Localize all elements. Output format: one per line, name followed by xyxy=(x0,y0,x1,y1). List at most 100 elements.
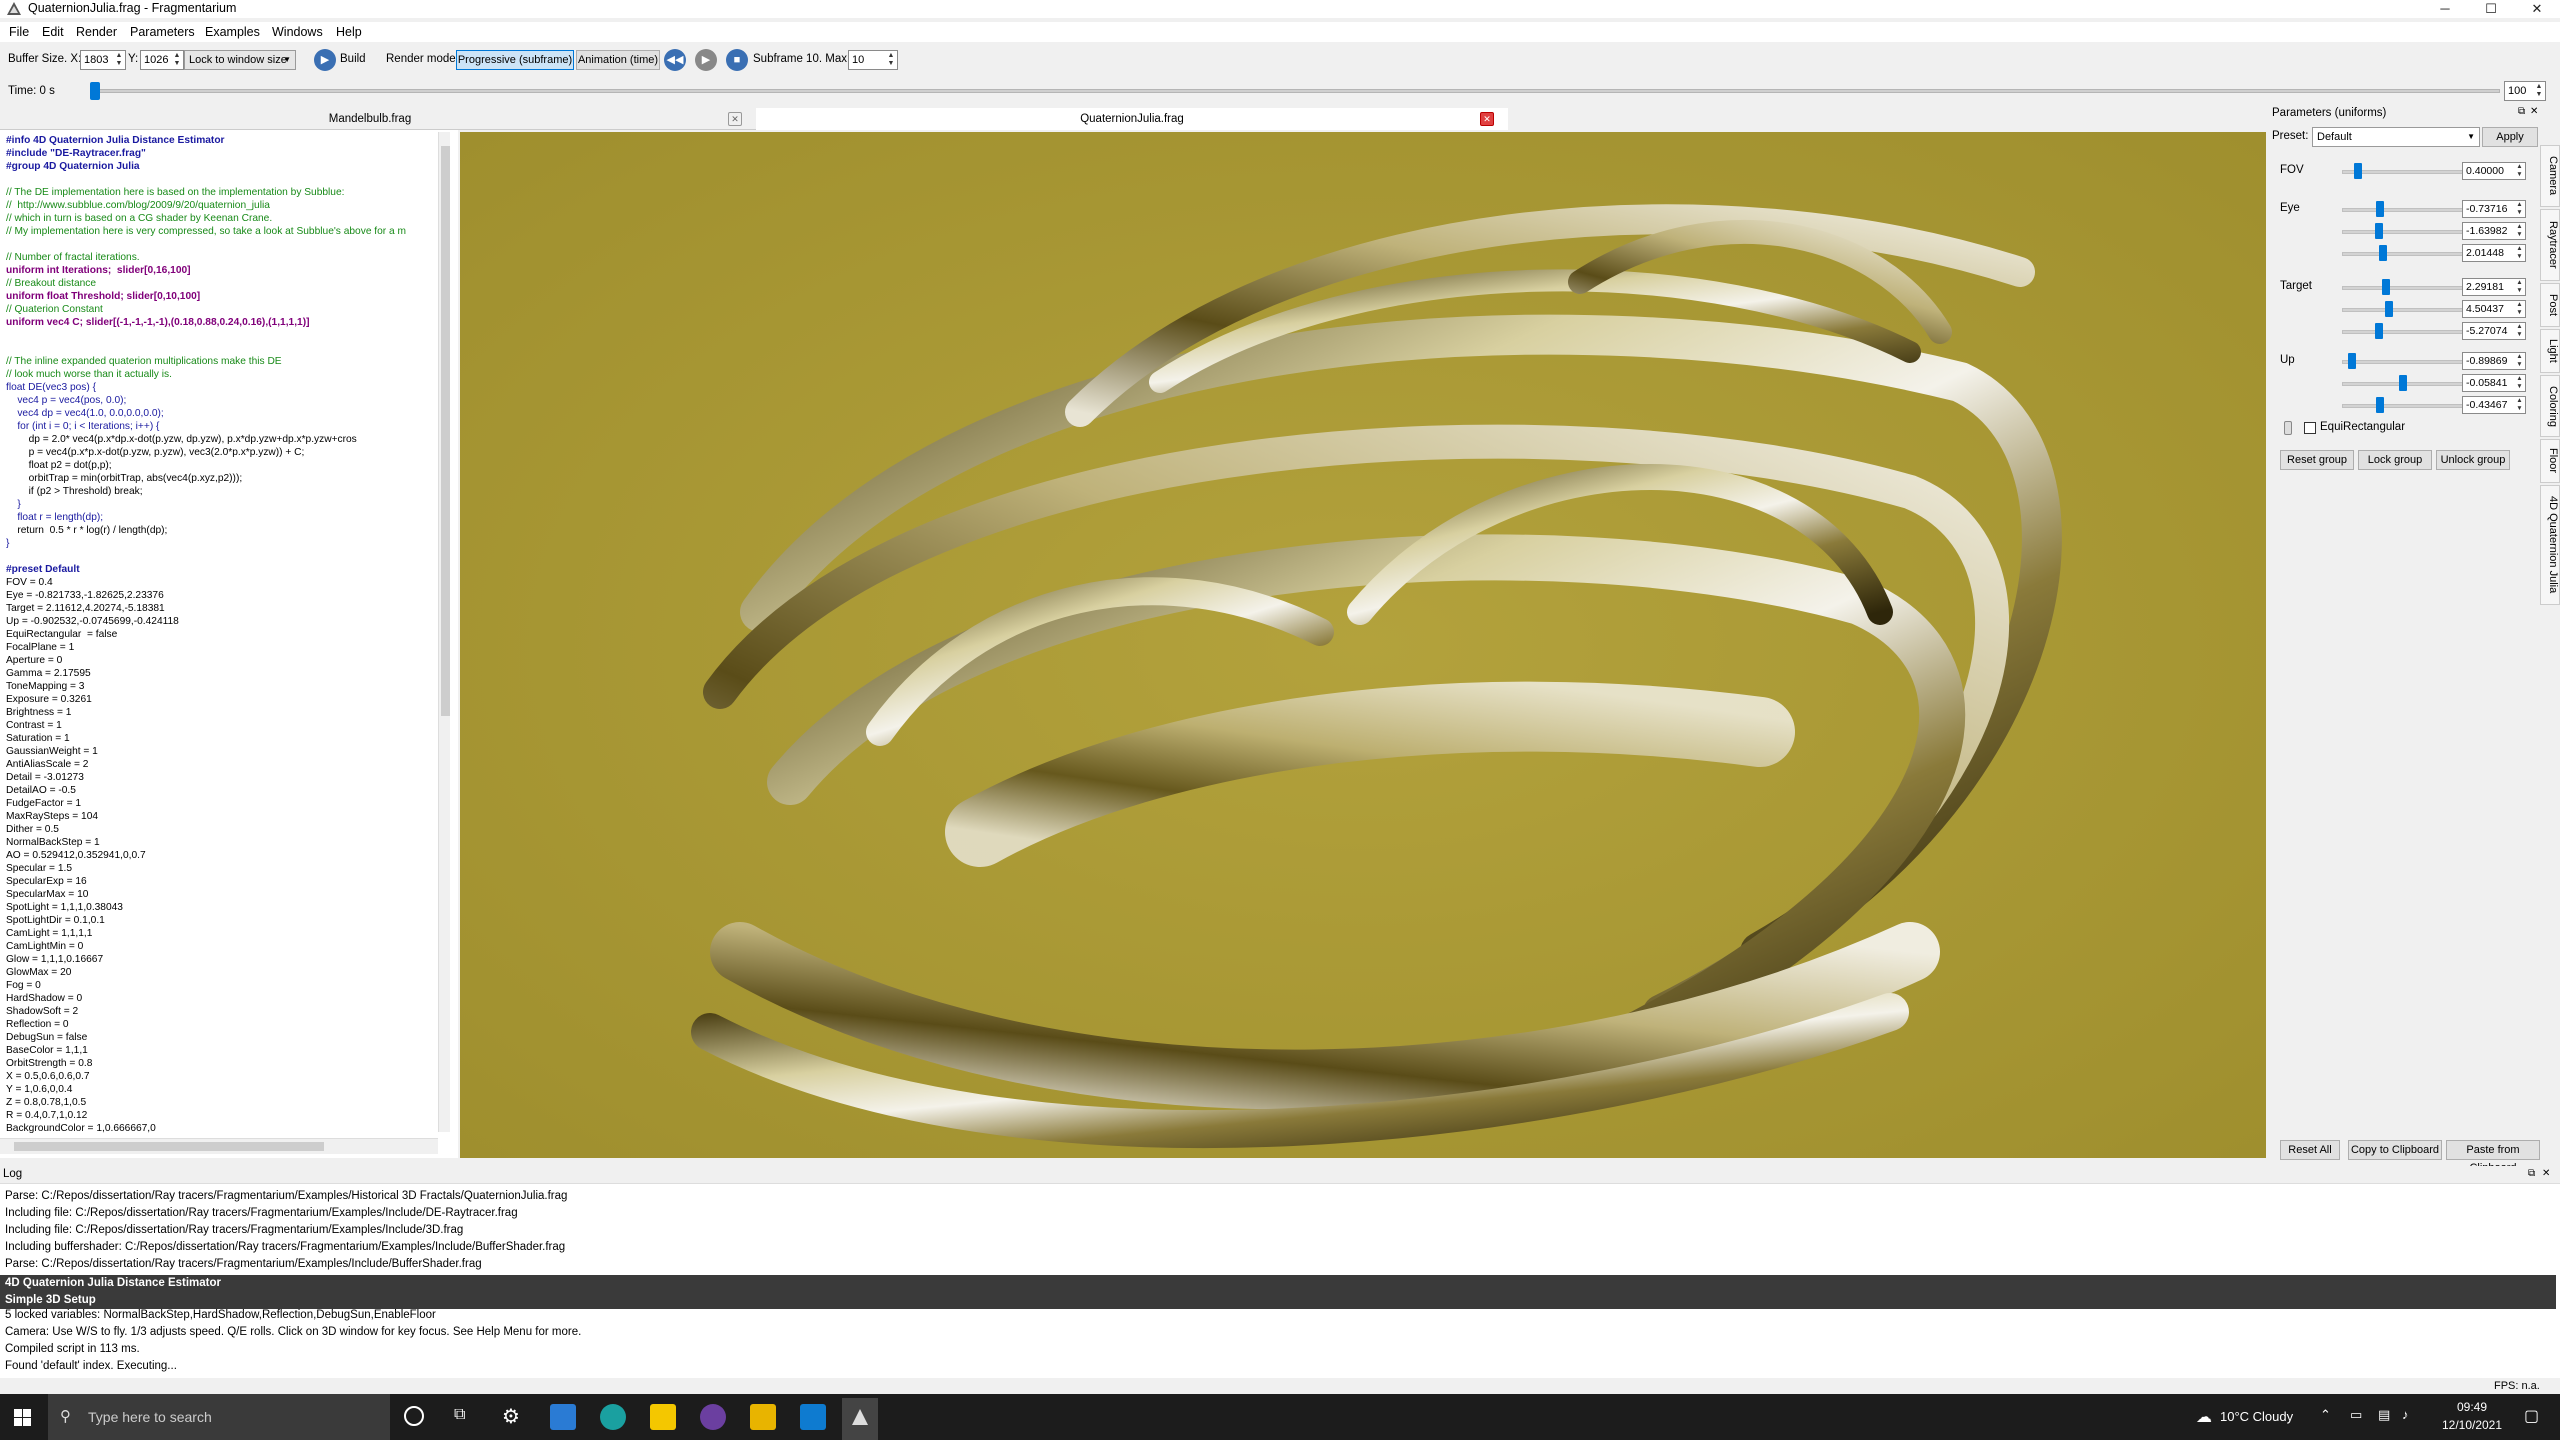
spin-arrows-icon[interactable]: ▲ ▼ xyxy=(172,52,182,68)
target-slider-thumb[interactable] xyxy=(2382,279,2391,295)
maximize-button[interactable]: ☐ xyxy=(2468,0,2514,18)
code-line[interactable] xyxy=(6,238,438,251)
side-tab-camera[interactable]: Camera xyxy=(2540,145,2560,207)
code-line[interactable]: // http://www.subblue.com/blog/2009/9/20… xyxy=(6,199,438,212)
code-line[interactable]: SpotLight = 1,1,1,0.38043 xyxy=(6,901,438,914)
spin-arrows-icon[interactable]: ▲ ▼ xyxy=(2515,201,2524,217)
spin-arrows-icon[interactable]: ▲ ▼ xyxy=(2515,279,2524,295)
code-line[interactable] xyxy=(6,329,438,342)
cortana-icon[interactable] xyxy=(404,1406,424,1426)
code-line[interactable]: orbitTrap = min(orbitTrap, abs(vec4(p.xy… xyxy=(6,472,438,485)
eye-slider-track[interactable] xyxy=(2342,230,2472,234)
rewind-icon[interactable]: ◀◀ xyxy=(664,49,686,71)
up-slider-thumb[interactable] xyxy=(2399,375,2408,391)
build-play-icon[interactable]: ▶ xyxy=(314,49,336,71)
code-line[interactable]: OrbitStrength = 0.8 xyxy=(6,1057,438,1070)
code-line[interactable]: NormalBackStep = 1 xyxy=(6,836,438,849)
code-line[interactable]: // which in turn is based on a CG shader… xyxy=(6,212,438,225)
up-slider-track[interactable] xyxy=(2342,360,2472,364)
equirectangular-checkbox[interactable] xyxy=(2304,422,2316,434)
side-tab-raytracer[interactable]: Raytracer xyxy=(2540,209,2560,281)
minimize-button[interactable]: ─ xyxy=(2422,0,2468,18)
fragmentarium-taskbar-button[interactable] xyxy=(842,1398,878,1440)
close-tab-icon[interactable]: ✕ xyxy=(1480,112,1494,126)
paste-from-clipboard-button[interactable]: Paste from Clipboard xyxy=(2446,1140,2540,1174)
lock-icon[interactable] xyxy=(2284,421,2292,435)
code-line[interactable]: X = 0.5,0.6,0.6,0.7 xyxy=(6,1070,438,1083)
code-line[interactable]: vec4 dp = vec4(1.0, 0.0,0.0,0.0); xyxy=(6,407,438,420)
code-line[interactable]: #info 4D Quaternion Julia Distance Estim… xyxy=(6,134,438,147)
code-line[interactable]: FocalPlane = 1 xyxy=(6,641,438,654)
target-value-spinbox[interactable]: 2.29181 ▲ ▼ xyxy=(2462,278,2526,296)
code-line[interactable]: Dither = 0.5 xyxy=(6,823,438,836)
target-slider-track[interactable] xyxy=(2342,308,2472,312)
up-value-spinbox[interactable]: -0.89869 ▲ ▼ xyxy=(2462,352,2526,370)
spin-arrows-icon[interactable]: ▲ ▼ xyxy=(886,52,896,68)
editor-vscroll-thumb[interactable] xyxy=(441,146,450,716)
code-line[interactable]: BackgroundColor = 1,0.666667,0 xyxy=(6,1122,438,1134)
code-line[interactable]: // The inline expanded quaterion multipl… xyxy=(6,355,438,368)
code-line[interactable]: uniform vec4 C; slider[(-1,-1,-1,-1),(0.… xyxy=(6,316,438,329)
code-line[interactable]: MaxRaySteps = 104 xyxy=(6,810,438,823)
copy-to-clipboard-button[interactable]: Copy to Clipboard xyxy=(2348,1140,2442,1160)
spin-arrows-icon[interactable]: ▲ ▼ xyxy=(2515,163,2524,179)
code-editor[interactable]: #info 4D Quaternion Julia Distance Estim… xyxy=(6,134,438,1134)
edge-icon[interactable] xyxy=(600,1404,626,1430)
code-line[interactable]: Target = 2.11612,4.20274,-5.18381 xyxy=(6,602,438,615)
side-tab-quaternion-julia[interactable]: 4D Quaternion Julia xyxy=(2540,485,2560,605)
spin-arrows-icon[interactable]: ▲ ▼ xyxy=(2515,323,2524,339)
code-line[interactable]: BaseColor = 1,1,1 xyxy=(6,1044,438,1057)
side-tab-post[interactable]: Post xyxy=(2540,283,2560,327)
code-line[interactable]: Contrast = 1 xyxy=(6,719,438,732)
menu-file[interactable]: File xyxy=(9,25,29,39)
up-slider-thumb[interactable] xyxy=(2348,353,2357,369)
code-line[interactable]: HardShadow = 0 xyxy=(6,992,438,1005)
code-line[interactable]: #group 4D Quaternion Julia xyxy=(6,160,438,173)
up-slider-thumb[interactable] xyxy=(2376,397,2385,413)
animation-mode-button[interactable]: Animation (time) xyxy=(576,50,660,70)
menu-help[interactable]: Help xyxy=(336,25,362,39)
code-line[interactable]: Fog = 0 xyxy=(6,979,438,992)
code-line[interactable]: // My implementation here is very compre… xyxy=(6,225,438,238)
code-line[interactable] xyxy=(6,173,438,186)
buffer-y-spinbox[interactable]: 1026 ▲ ▼ xyxy=(140,50,184,70)
menu-examples[interactable]: Examples xyxy=(205,25,260,39)
code-line[interactable]: p = vec4(p.x*p.x-dot(p.yzw, p.yzw), vec3… xyxy=(6,446,438,459)
spin-arrows-icon[interactable]: ▲ ▼ xyxy=(2515,301,2524,317)
vscode-icon[interactable] xyxy=(800,1404,826,1430)
notifications-icon[interactable]: ▢ xyxy=(2524,1406,2539,1426)
side-tab-light[interactable]: Light xyxy=(2540,329,2560,373)
github-desktop-icon[interactable] xyxy=(700,1404,726,1430)
unlock-group-button[interactable]: Unlock group xyxy=(2436,450,2510,470)
code-line[interactable]: Gamma = 2.17595 xyxy=(6,667,438,680)
spin-arrows-icon[interactable]: ▲ ▼ xyxy=(2515,223,2524,239)
volume-icon[interactable]: ♪ xyxy=(2402,1407,2409,1422)
code-line[interactable]: GaussianWeight = 1 xyxy=(6,745,438,758)
code-line[interactable]: uniform float Threshold; slider[0,10,100… xyxy=(6,290,438,303)
clock-date[interactable]: 12/10/2021 xyxy=(2432,1418,2512,1432)
code-line[interactable]: float DE(vec3 pos) { xyxy=(6,381,438,394)
code-line[interactable]: for (int i = 0; i < Iterations; i++) { xyxy=(6,420,438,433)
code-line[interactable]: // Quaterion Constant xyxy=(6,303,438,316)
code-line[interactable]: Eye = -0.821733,-1.82625,2.23376 xyxy=(6,589,438,602)
close-window-button[interactable]: ✕ xyxy=(2514,0,2560,18)
code-line[interactable]: } xyxy=(6,498,438,511)
target-slider-thumb[interactable] xyxy=(2384,301,2393,317)
target-value-spinbox[interactable]: 4.50437 ▲ ▼ xyxy=(2462,300,2526,318)
eye-slider-track[interactable] xyxy=(2342,208,2472,212)
code-line[interactable]: if (p2 > Threshold) break; xyxy=(6,485,438,498)
task-view-icon[interactable]: ⧉ xyxy=(454,1406,465,1424)
taskbar-search-box[interactable]: ⚲ Type here to search xyxy=(48,1394,390,1440)
side-tab-coloring[interactable]: Coloring xyxy=(2540,375,2560,437)
windows-start-icon[interactable] xyxy=(14,1409,31,1426)
code-line[interactable]: Saturation = 1 xyxy=(6,732,438,745)
code-line[interactable]: Z = 0.8,0.78,1,0.5 xyxy=(6,1096,438,1109)
code-line[interactable]: GlowMax = 20 xyxy=(6,966,438,979)
code-line[interactable]: Y = 1,0.6,0,0.4 xyxy=(6,1083,438,1096)
code-line[interactable]: // Breakout distance xyxy=(6,277,438,290)
code-line[interactable]: DetailAO = -0.5 xyxy=(6,784,438,797)
code-line[interactable]: float p2 = dot(p,p); xyxy=(6,459,438,472)
menu-render[interactable]: Render xyxy=(76,25,117,39)
code-line[interactable]: // Number of fractal iterations. xyxy=(6,251,438,264)
side-tab-floor[interactable]: Floor xyxy=(2540,439,2560,483)
